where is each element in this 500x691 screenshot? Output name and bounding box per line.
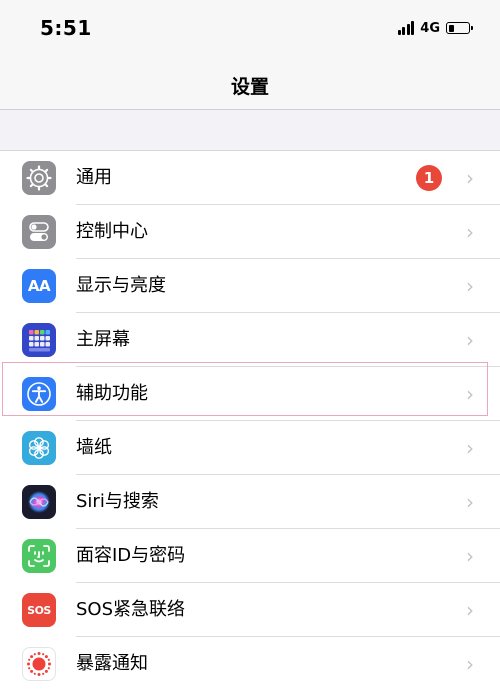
settings-row-emergency-sos[interactable]: SOS SOS紧急联络 › (0, 583, 500, 637)
cellular-signal-icon (397, 21, 415, 35)
settings-row-accessibility[interactable]: 辅助功能 › (0, 367, 500, 421)
toggles-icon (22, 215, 56, 249)
settings-row-label: 控制中心 (76, 221, 148, 242)
settings-row-label: SOS紧急联络 (76, 599, 186, 620)
settings-row-face-id-passcode[interactable]: 面容ID与密码 › (0, 529, 500, 583)
status-time: 5:51 (40, 16, 92, 40)
sos-icon: SOS (22, 593, 56, 627)
settings-row-label: 暴露通知 (76, 653, 148, 674)
notification-badge: 1 (416, 165, 442, 191)
settings-row-display-brightness[interactable]: AA 显示与亮度 › (0, 259, 500, 313)
settings-row-label: 显示与亮度 (76, 275, 166, 296)
chevron-right-icon: › (466, 274, 474, 298)
settings-row-wallpaper[interactable]: 墙纸 › (0, 421, 500, 475)
gear-icon (22, 161, 56, 195)
chevron-right-icon: › (466, 436, 474, 460)
settings-list: 通用 1 › 控制中心 › AA 显示与亮度 › 主屏幕 › 辅助功能 › 墙纸… (0, 150, 500, 691)
settings-row-label: 通用 (76, 167, 112, 188)
siri-icon (22, 485, 56, 519)
face-id-icon (22, 539, 56, 573)
settings-row-home-screen[interactable]: 主屏幕 › (0, 313, 500, 367)
battery-icon (446, 22, 473, 34)
battery-level (448, 24, 455, 32)
chevron-right-icon: › (466, 328, 474, 352)
chevron-right-icon: › (466, 382, 474, 406)
flower-icon (22, 431, 56, 465)
chevron-right-icon: › (466, 490, 474, 514)
settings-row-label: 辅助功能 (76, 383, 148, 404)
section-spacer (0, 110, 500, 150)
status-bar: 5:51 4G (0, 0, 500, 58)
chevron-right-icon: › (466, 166, 474, 190)
chevron-right-icon: › (466, 598, 474, 622)
aa-icon: AA (22, 269, 56, 303)
status-indicators: 4G (397, 18, 473, 38)
chevron-right-icon: › (466, 220, 474, 244)
settings-row-general[interactable]: 通用 1 › (0, 151, 500, 205)
settings-row-label: 面容ID与密码 (76, 545, 186, 566)
settings-row-control-center[interactable]: 控制中心 › (0, 205, 500, 259)
chevron-right-icon: › (466, 544, 474, 568)
app-grid-icon (22, 323, 56, 357)
aa-icon-text: AA (27, 277, 51, 295)
settings-row-label: Siri与搜索 (76, 491, 159, 512)
chevron-right-icon: › (466, 652, 474, 676)
exposure-icon (22, 647, 56, 681)
accessibility-icon (22, 377, 56, 411)
navigation-bar: 设置 (0, 58, 500, 110)
sos-icon-text: SOS (27, 603, 51, 617)
settings-row-exposure-notifications[interactable]: 暴露通知 › (0, 637, 500, 691)
settings-row-siri-search[interactable]: Siri与搜索 › (0, 475, 500, 529)
network-type: 4G (420, 20, 440, 36)
settings-row-label: 主屏幕 (76, 329, 130, 350)
settings-row-label: 墙纸 (76, 437, 112, 458)
page-title: 设置 (230, 76, 269, 98)
